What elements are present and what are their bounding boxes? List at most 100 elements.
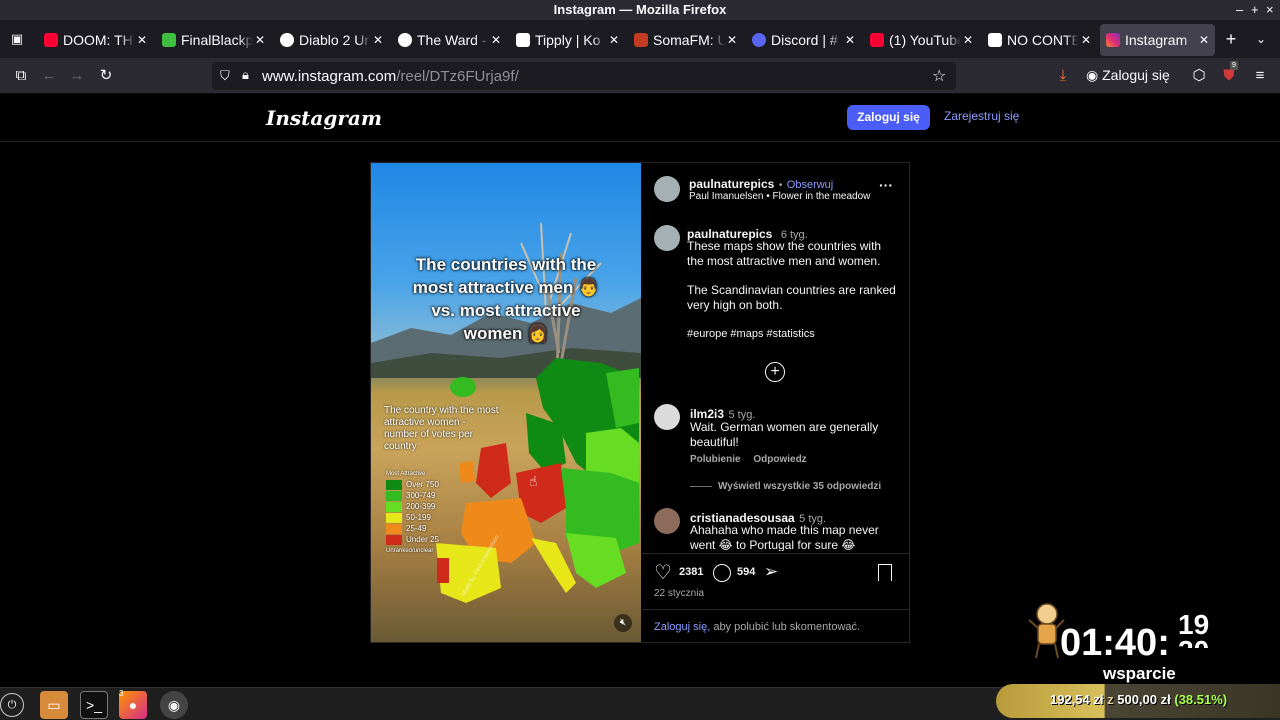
load-more-comments-icon[interactable]: + — [765, 362, 785, 382]
x-icon — [988, 33, 1002, 47]
tab-doom[interactable]: DOOM: TH ✕ — [38, 24, 153, 56]
comment-like-button[interactable]: Polubienie — [690, 454, 741, 465]
donation-goal-text: 192,54 zł z 500,00 zł (38.51%) — [1050, 692, 1228, 707]
tab-the-ward[interactable]: The Ward - ✕ — [392, 24, 507, 56]
close-tab-icon[interactable]: ✕ — [491, 33, 501, 47]
author-username[interactable]: paulnaturepics — [689, 177, 774, 191]
close-tab-icon[interactable]: ✕ — [727, 33, 737, 47]
legend-item: Under 25 — [386, 534, 439, 545]
tab-discord[interactable]: Discord | # ✕ — [746, 24, 861, 56]
view-replies-button[interactable]: Wyświetl wszystkie 35 odpowiedzi — [690, 481, 881, 492]
legend-item: Over 750 — [386, 479, 439, 490]
extensions-icon[interactable]: ⬡ — [1188, 65, 1210, 87]
close-tab-icon[interactable]: ✕ — [1081, 33, 1091, 47]
comment-avatar[interactable] — [654, 404, 680, 430]
comment-icon[interactable] — [713, 564, 731, 582]
taskbar-badge: 3 — [119, 689, 124, 698]
mute-icon[interactable]: 🔇︎ — [614, 614, 632, 632]
follow-link[interactable]: Obserwuj — [787, 179, 833, 191]
support-label: wsparcie — [1103, 664, 1176, 683]
footer-divider — [642, 609, 910, 610]
window-title: Instagram — Mozilla Firefox — [0, 0, 1280, 20]
downloads-icon[interactable]: ⤓ — [1052, 65, 1074, 87]
close-tab-icon[interactable]: ✕ — [137, 33, 147, 47]
more-options-icon[interactable]: ··· — [879, 177, 893, 193]
login-link[interactable]: Zaloguj się, — [654, 621, 710, 633]
close-tab-icon[interactable]: ✕ — [1199, 33, 1209, 47]
obs-icon[interactable]: ◉ — [160, 691, 188, 719]
reload-icon[interactable]: ↻ — [95, 65, 117, 87]
tab-diablo[interactable]: Diablo 2 Ur ✕ — [274, 24, 389, 56]
login-button[interactable]: Zaloguj się — [847, 105, 930, 130]
close-tab-icon[interactable]: ✕ — [963, 33, 973, 47]
signup-link[interactable]: Zarejestruj się — [944, 109, 1019, 123]
map-region-portugal — [437, 558, 449, 583]
comment-text: Ahahaha who made this map never went 😂 t… — [690, 523, 879, 551]
comment-count: 594 — [737, 566, 756, 578]
close-window-button[interactable]: × — [1266, 0, 1274, 20]
address-bar[interactable]: ⛉ 🔒︎ www.instagram.com/reel/DTz6FUrja9f/… — [212, 62, 956, 90]
ublock-icon[interactable]: ⛊ 9 — [1218, 61, 1240, 87]
hashtags[interactable]: #europe #maps #statistics — [687, 327, 897, 342]
stream-timer: 01:40: — [1060, 622, 1170, 664]
tab-x[interactable]: NO CONTE ✕ — [982, 24, 1097, 56]
legend-swatch — [386, 523, 402, 534]
legend-item: 300-749 — [386, 490, 439, 501]
tab-overview-icon[interactable]: ▣ — [6, 28, 28, 50]
instagram-logo[interactable]: Instagram — [266, 106, 382, 130]
site-icon — [162, 33, 176, 47]
post-sidebar: paulnaturepics • Obserwuj Paul Imanuelse… — [642, 163, 910, 642]
close-tab-icon[interactable]: ✕ — [255, 33, 265, 47]
minimize-button[interactable]: – — [1236, 0, 1243, 20]
tracking-protection-icon[interactable]: ⛉ — [220, 68, 230, 84]
like-count: 2381 — [679, 566, 704, 578]
map-caption: The country with the most attractive wom… — [384, 405, 499, 452]
comment-author[interactable]: ilm2i3 — [690, 407, 724, 421]
author-avatar[interactable] — [654, 176, 680, 202]
account-button[interactable]: ◉ Zaloguj się — [1086, 67, 1170, 84]
share-icon[interactable]: ➢ — [764, 562, 778, 582]
close-tab-icon[interactable]: ✕ — [373, 33, 383, 47]
discord-icon — [752, 33, 766, 47]
comment-avatar[interactable] — [654, 508, 680, 534]
sidebar-toggle-icon[interactable]: ⧉ — [10, 65, 32, 87]
legend-swatch — [386, 490, 402, 501]
map-region-ireland — [459, 461, 475, 483]
legend-swatch — [386, 534, 402, 545]
new-tab-button[interactable]: + — [1220, 28, 1242, 50]
close-tab-icon[interactable]: ✕ — [845, 33, 855, 47]
menu-icon[interactable]: ≡ — [1249, 65, 1271, 87]
like-icon[interactable]: ♡ — [654, 563, 672, 583]
replies-divider — [690, 485, 712, 487]
map-region-italy — [531, 538, 576, 593]
extension-badge: 9 — [1230, 61, 1238, 70]
map-region-iceland — [450, 377, 476, 397]
comment-reply-button[interactable]: Odpowiedz — [753, 454, 806, 465]
folder-icon[interactable]: ▭ — [40, 691, 68, 719]
close-tab-icon[interactable]: ✕ — [609, 33, 619, 47]
legend-swatch — [386, 512, 402, 523]
tab-instagram[interactable]: Instagram ✕ — [1100, 24, 1215, 56]
tab-finalblackp[interactable]: FinalBlackp ✕ — [156, 24, 271, 56]
tab-youtube[interactable]: (1) YouTube ✕ — [864, 24, 979, 56]
somafm-icon — [634, 33, 648, 47]
bookmark-star-icon[interactable]: ☆ — [932, 66, 946, 86]
forward-icon[interactable]: → — [66, 65, 88, 87]
list-all-tabs-icon[interactable]: ⌄ — [1250, 28, 1272, 50]
reel-post: The countries with the most attractive m… — [370, 162, 910, 643]
mint-menu-icon[interactable]: ⏻ — [0, 693, 24, 717]
tab-somafm[interactable]: SomaFM: U ✕ — [628, 24, 743, 56]
terminal-icon[interactable]: >_ — [80, 691, 108, 719]
comment-text: Wait. German women are generally beautif… — [690, 420, 879, 449]
url-text: www.instagram.com/reel/DTz6FUrja9f/ — [262, 68, 519, 85]
reel-video[interactable]: The countries with the most attractive m… — [371, 163, 641, 642]
login-to-interact: Zaloguj się, aby polubić lub skomentować… — [654, 621, 861, 633]
caption-avatar[interactable] — [654, 225, 680, 251]
tab-tipply[interactable]: Tipply | Ko ✕ — [510, 24, 625, 56]
lock-icon[interactable]: 🔒︎ — [242, 67, 249, 83]
back-icon[interactable]: ← — [38, 65, 60, 87]
maximize-button[interactable]: + — [1251, 0, 1259, 20]
actions-divider — [642, 553, 910, 554]
save-icon[interactable] — [878, 564, 892, 581]
site-icon — [280, 33, 294, 47]
